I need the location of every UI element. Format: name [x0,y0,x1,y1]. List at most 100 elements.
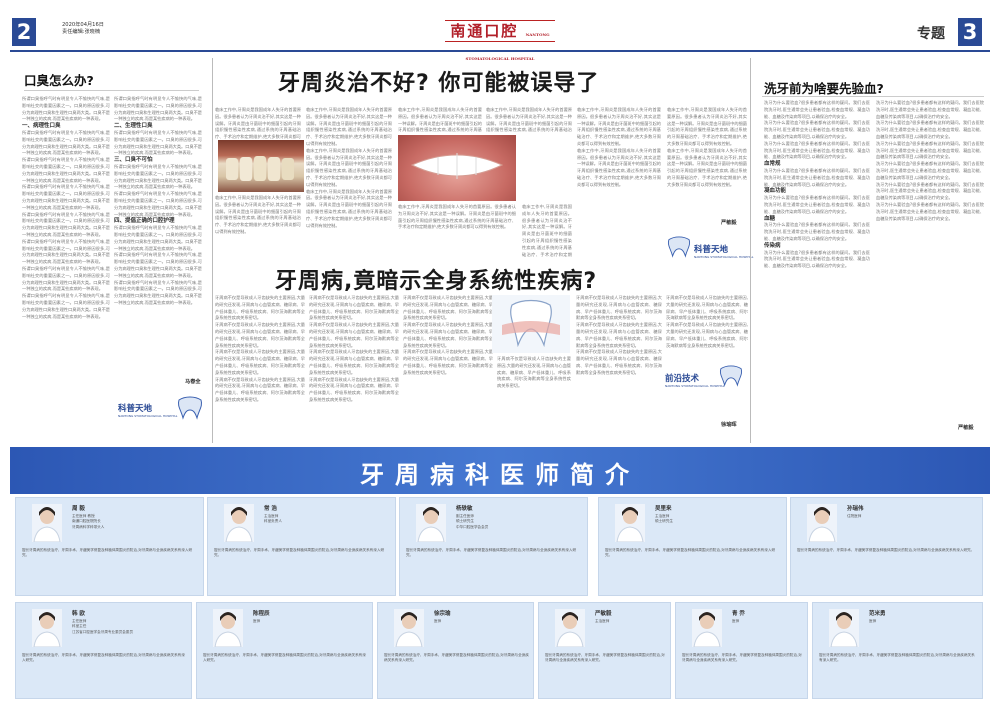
right-text-col1: 洗牙为什么要验血?很多患者都有这样的疑问。我们去医院洗牙时,医生通常会先让患者验… [764,100,870,440]
banner-title: 牙周病科医师简介 [360,461,640,489]
doctor-card: 范米勇医师擅长牙周病的系统治疗、牙周手术、牙龈美学修复及种植体周围炎的防治,对牙… [812,602,983,699]
doctor-card: 常 浩主治医师 科室负责人 擅长牙周病的系统治疗、牙周手术、牙龈美学修复及种植体周围… [207,497,396,596]
frontier-logo: 前沿技术 NANTONG STOMATOLOGICAL HOSPITAL [665,372,724,388]
doctor-titles: 主治医师 硕士研究生 [655,514,673,525]
doctor-title-line: 硕士研究生 [655,519,673,524]
a2-text-2: 牙周病不仅是导致成人牙齿缺失的主要原因,大量的研究还发现,牙周病与心血管疾病、糖… [215,322,305,348]
a1-col3-top: 临床工作中,牙周炎是我国成年人失牙的首要原因。很多患者认为牙周炎治不好,其实这是… [398,107,482,133]
frontier-logo-en: NANTONG STOMATOLOGICAL HOSPITAL [665,384,725,388]
tooth-cross-section-illustration [502,299,560,348]
a1-col2: 临床工作中,牙周炎是我国成年人失牙的首要原因。很多患者认为牙周炎治不好,其实这是… [306,107,392,257]
a2-col3: 牙周病不仅是导致成人牙齿缺失的主要原因,大量的研究还发现,牙周病与心血管疾病、糖… [403,295,493,441]
doctor-name: 韩 欧 [72,611,85,617]
doctor-description: 擅长牙周病的系统治疗、牙周手术、牙龈美学修复及种植体周围炎的防治,对牙周病与全身… [22,653,185,663]
a1-col3-bottom: 临床工作中,牙周炎是我国成年人失牙的首要原因。很多患者认为牙周炎治不好,其实这是… [398,204,516,257]
left-body8: 所谓口臭指呼气时有明显令人不愉快的气味,是影响社交的重要因素之一。口臭的原因很多… [114,96,202,122]
left-article-title: 口臭怎么办? [24,73,94,88]
center-logo-en: NANTONG STOMATOLOGICAL HOSPITAL [694,255,754,259]
doctor-title-line: 医师 [434,619,442,623]
right-title-rule [762,96,984,97]
r-text-13: 洗牙为什么要验血?很多患者都有这样的疑问。我们去医院洗牙时,医生通常会先让患者验… [876,201,984,221]
doctor-name: 孙瑞伟 [847,506,864,512]
a1-text-12: 临床工作中,牙周炎是我国成年人失牙的首要原因。很多患者认为牙周炎治不好,其实这是… [667,107,747,146]
a2-text-15: 牙周病不仅是导致成人牙齿缺失的主要原因,大量的研究还发现,牙周病与心血管疾病、糖… [576,349,662,375]
doctor-photo [32,609,62,647]
r-text-10: 洗牙为什么要验血?很多患者都有这样的疑问。我们去医院洗牙时,医生通常会先让患者验… [876,140,984,160]
a2-text-12: 牙周病不仅是导致成人牙齿缺失的主要原因,大量的研究还发现,牙周病与心血管疾病、糖… [497,356,571,389]
doctor-title-line: 医师 [253,619,261,623]
a1-text-5: 临床工作中,牙周炎是我国成年人失牙的首要原因。很多患者认为牙周炎治不好,其实这是… [306,188,392,228]
r-text-2: 洗牙为什么要验血?很多患者都有这样的疑问。我们去医院洗牙时,医生通常会先让患者验… [764,120,870,139]
doctor-photo [224,504,254,542]
doctor-card: 孙瑞伟 住院医师 擅长牙周病的系统治疗、牙周手术、牙龈美学修复及种植体周围炎的防治,… [790,497,983,596]
doctor-photo [555,609,585,647]
doctor-titles: 医师 [434,619,441,624]
doctor-description: 擅长牙周病的系统治疗、牙周手术、牙龈美学修复及种植体周围炎的防治,对牙周病与全身… [605,548,776,558]
a2-col2: 牙周病不仅是导致成人牙齿缺失的主要原因,大量的研究还发现,牙周病与心血管疾病、糖… [309,295,399,441]
left-body14: 所谓口臭指呼气时有明显令人不愉快的气味,是影响社交的重要因素之一。口臭的原因很多… [114,279,202,305]
doctor-title-line: 医师 [869,619,877,623]
left-body12: 所谓口臭指呼气时有明显令人不愉快的气味,是影响社交的重要因素之一。口臭的原因很多… [114,225,202,251]
center-logo-text: 科普天地 [694,245,729,255]
right-text-col2: 洗牙为什么要验血?很多患者都有这样的疑问。我们去医院洗牙时,医生通常会先让患者验… [876,100,984,420]
doctor-titles: 副主任医师 硕士研究生 中华口腔医学会会员 [456,514,488,530]
date-line: 2020年04月16日 [62,22,104,28]
doctor-description: 擅长牙周病的系统治疗、牙周手术、牙龈美学修复及种植体周围炎的防治,对牙周病与全身… [682,653,802,663]
doctor-photo [416,504,446,542]
left-logo-text: 科普天地 [118,404,153,414]
doctor-card: 徐宗瑜 医师 擅长牙周病的系统治疗、牙周手术、牙龈美学修复及种植体周围炎的防治,对牙… [377,602,534,699]
a1-text-3: 临床工作中,牙周炎是我国成年人失牙的首要原因。很多患者认为牙周炎治不好,其实这是… [306,107,392,146]
section-label: 专题 [917,26,945,42]
left-body11: 所谓口臭指呼气时有明显令人不愉快的气味,是影响社交的重要因素之一。口臭的原因很多… [114,191,202,217]
doctor-card: 严敏毅 主治医师 擅长牙周病的系统治疗、牙周手术、牙龈美学修复及种植体周围炎的防治,… [538,602,671,699]
doctor-description: 擅长牙周病的系统治疗、牙周手术、牙龈美学修复及种植体周围炎的防治,对牙周病与全身… [545,653,665,663]
a1-text-11: 临床工作中,牙周炎是我国成年人失牙的首要原因。很多患者认为牙周炎治不好,其实这是… [577,147,661,187]
a2-text-9: 牙周病不仅是导致成人牙齿缺失的主要原因,大量的研究还发现,牙周病与心血管疾病、糖… [403,295,493,321]
doctor-description: 擅长牙周病的系统治疗、牙周手术、牙龈美学修复及种植体周围炎的防治,对牙周病与全身… [819,653,975,663]
a2-text-13: 牙周病不仅是导致成人牙齿缺失的主要原因,大量的研究还发现,牙周病与心血管疾病、糖… [576,295,662,321]
left-title-rule [24,90,199,91]
doctor-name: 杨轶敏 [456,506,473,512]
r-text-12: 洗牙为什么要验血?很多患者都有这样的疑问。我们去医院洗牙时,医生通常会先让患者验… [876,181,984,201]
left-body6: 所谓口臭指呼气时有明显令人不愉快的气味,是影响社交的重要因素之一。口臭的原因很多… [22,265,110,292]
a1-col6: 临床工作中,牙周炎是我国成年人失牙的首要原因。很多患者认为牙周炎治不好,其实这是… [667,107,747,207]
left-logo-en: NANTONG STOMATOLOGICAL HOSPITAL [118,414,178,418]
a2-text-16: 牙周病不仅是导致成人牙齿缺失的主要原因,大量的研究还发现,牙周病与心血管疾病、糖… [666,295,748,321]
r-text-4: 洗牙为什么要验血?很多患者都有这样的疑问。我们去医院洗牙时,医生通常会先让患者验… [764,167,870,187]
doctor-photo [829,609,859,647]
doctor-titles: 医师 [732,619,739,624]
a1-text: 临床工作中,牙周炎是我国成年人失牙的首要原因。很多患者认为牙周炎治不好,其实这是… [215,107,301,139]
smile-teeth-illustration [410,153,504,179]
doctor-name: 范米勇 [869,611,886,617]
header-rule [10,50,990,52]
right-divider [750,58,751,443]
doctor-titles: 主任医师 科室主任 江苏省口腔医学会牙周专业委员会委员 [72,619,133,635]
left-author: 马春全 [185,379,201,385]
r-text-6: 洗牙为什么要验血?很多患者都有这样的疑问。我们去医院洗牙时,医生通常会先让患者验… [764,222,870,241]
right-article-title: 洗牙前为啥要先验血? [764,81,884,96]
r-text-9: 洗牙为什么要验血?很多患者都有这样的疑问。我们去医院洗牙时,医生通常会先让患者验… [876,120,984,139]
a2-text-6: 牙周病不仅是导致成人牙齿缺失的主要原因,大量的研究还发现,牙周病与心血管疾病、糖… [309,322,399,348]
left-body3: 所谓口臭指呼气时有明显令人不愉快的气味,是影响社交的重要因素之一。口臭的原因很多… [22,184,110,210]
doctor-name: 常 浩 [264,506,277,512]
left-text-col1: 所谓口臭指呼气时有明显令人不愉快的气味,是影响社交的重要因素之一。口臭的原因很多… [22,96,110,414]
doctor-titles: 主任医师 教授 南通口腔医院院长 牙周病科学科带头人 [72,514,104,530]
doctor-description: 擅长牙周病的系统治疗、牙周手术、牙龈美学修复及种植体周围炎的防治,对牙周病与全身… [406,548,577,558]
right-sub4: 传染病 [764,242,781,249]
doctor-title-line: 住院医师 [847,514,862,518]
left-body5: 所谓口臭指呼气时有明显令人不愉快的气味,是影响社交的重要因素之一。口臭的原因很多… [22,238,110,265]
doctor-name: 严敏毅 [595,611,612,617]
doctor-photo [213,609,243,647]
a2-text-11: 牙周病不仅是导致成人牙齿缺失的主要原因,大量的研究还发现,牙周病与心血管疾病、糖… [403,349,493,375]
a2-text-10: 牙周病不仅是导致成人牙齿缺失的主要原因,大量的研究还发现,牙周病与心血管疾病、糖… [403,322,493,348]
article2-headline: 牙周病,竟暗示全身系统性疾病? [275,269,598,294]
doctor-name: 徐宗瑜 [434,611,451,617]
doctor-titles: 住院医师 [847,514,861,519]
frontier-tooth-logo-icon [720,365,742,387]
doctor-card: 杨轶敏副主任医师 硕士研究生 中华口腔医学会会员擅长牙周病的系统治疗、牙周手术、牙龈… [399,497,588,596]
doctor-card: 青 乔医师 擅长牙周病的系统治疗、牙周手术、牙龈美学修复及种植体周围炎的防治,对牙… [675,602,808,699]
header-info: 2020年04月16日 责任编辑:张晓楠 [62,22,104,36]
page-number-left: 2 [12,18,36,46]
a1-text-2: 临床工作中,牙周炎是我国成年人失牙的首要原因。很多患者认为牙周炎治不好,其实这是… [215,195,301,234]
a2-text-5: 牙周病不仅是导致成人牙齿缺失的主要原因,大量的研究还发现,牙周病与心血管疾病、糖… [309,295,399,321]
